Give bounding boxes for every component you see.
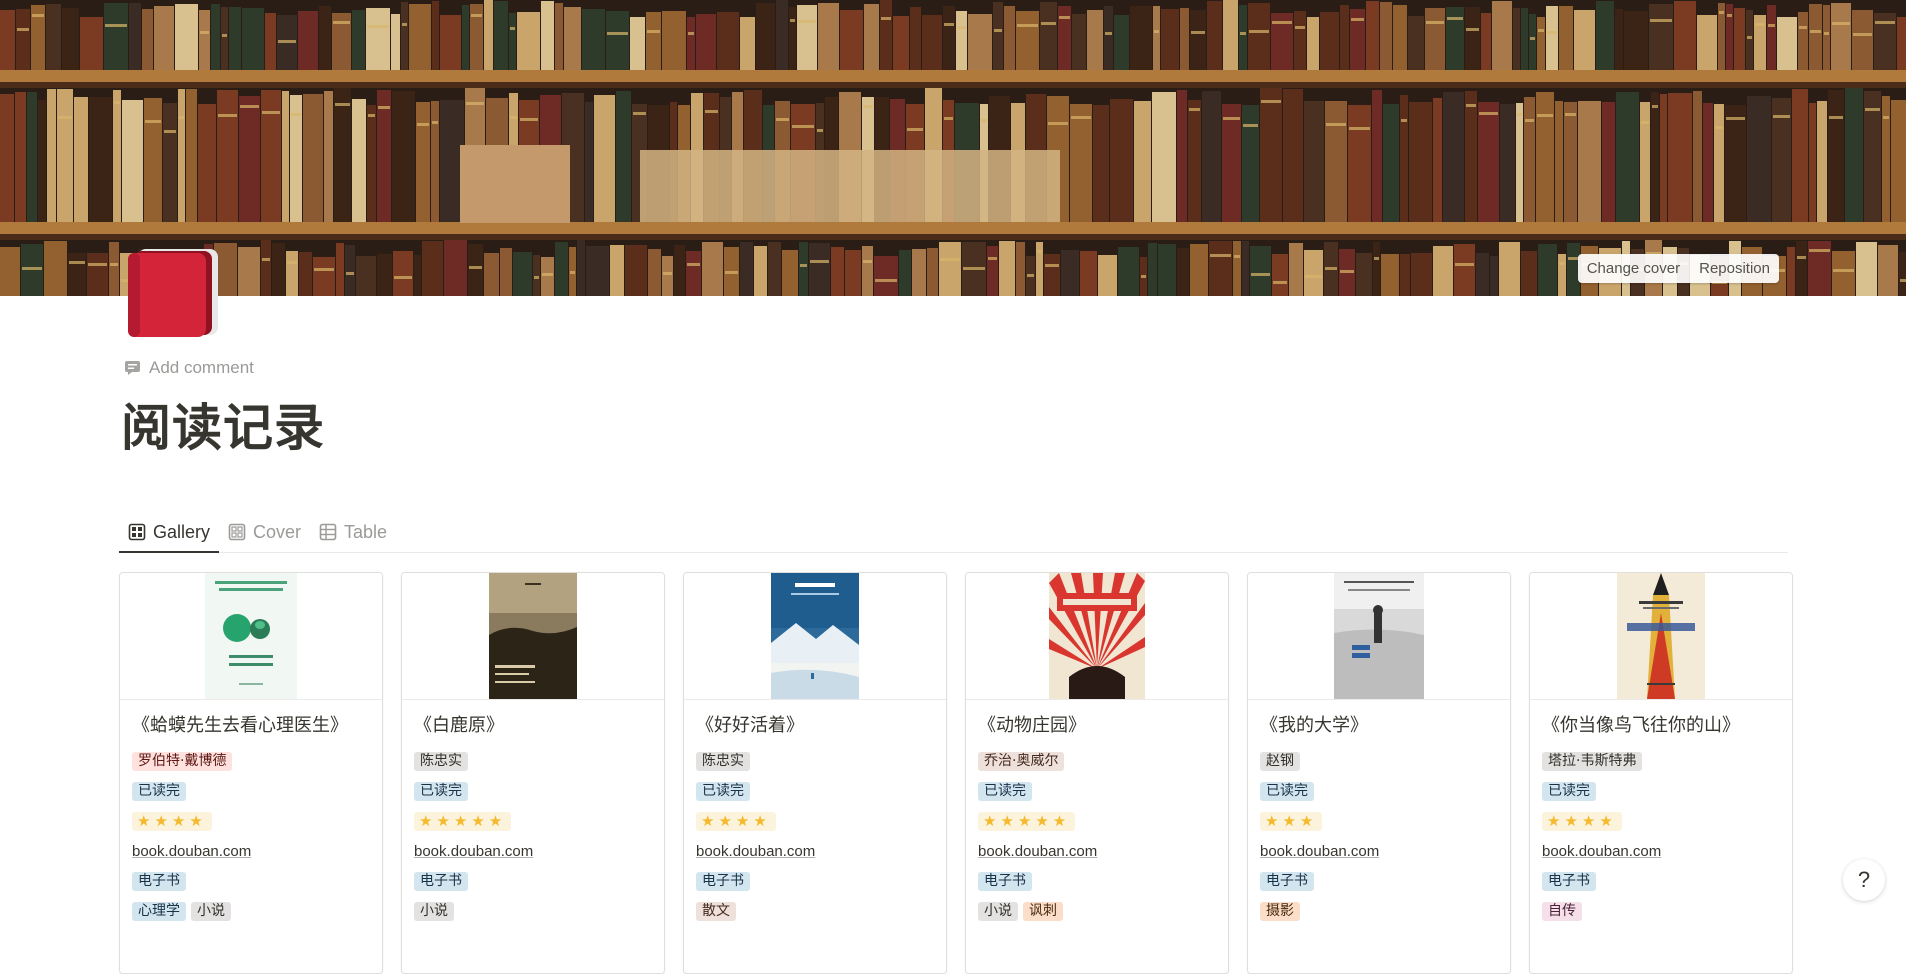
format-tag: 电子书	[978, 871, 1032, 891]
book-card[interactable]: 《你当像鸟飞往你的山》 塔拉·韦斯特弗 已读完 ★★★★ book.douban…	[1529, 572, 1793, 974]
book-cover-image	[120, 573, 382, 700]
douban-link[interactable]: book.douban.com	[696, 843, 815, 860]
book-title: 《好好活着》	[696, 715, 804, 736]
douban-link[interactable]: book.douban.com	[132, 843, 251, 860]
status-badge: 已读完	[696, 781, 750, 801]
status-badge: 已读完	[1542, 781, 1596, 801]
author-tag: 陈忠实	[414, 751, 468, 771]
view-tabs: Gallery Cover Table	[119, 512, 1788, 553]
cover-controls: Change cover Reposition	[1577, 254, 1779, 283]
genre-tag: 心理学	[132, 901, 186, 921]
rating-stars: ★★★★	[132, 811, 212, 831]
format-tag: 电子书	[414, 871, 468, 891]
author-tag: 塔拉·韦斯特弗	[1542, 751, 1643, 771]
genre-tag: 讽刺	[1023, 901, 1063, 921]
rating-stars: ★★★★★	[978, 811, 1076, 831]
format-tag: 电子书	[132, 871, 186, 891]
book-cover-image	[684, 573, 946, 700]
gallery-grid: 《蛤蟆先生去看心理医生》 罗伯特·戴博德 已读完 ★★★★ book.douba…	[119, 572, 1793, 974]
add-comment-button[interactable]: Add comment	[124, 358, 254, 378]
format-tag: 电子书	[1542, 871, 1596, 891]
book-cover-image	[1248, 573, 1510, 700]
table-icon	[319, 523, 337, 541]
author-tag: 乔治·奥威尔	[978, 751, 1065, 771]
book-title: 《白鹿原》	[414, 715, 504, 736]
tab-table[interactable]: Table	[310, 512, 396, 552]
book-title: 《蛤蟆先生去看心理医生》	[132, 715, 348, 736]
reposition-button[interactable]: Reposition	[1689, 254, 1779, 283]
book-title: 《你当像鸟飞往你的山》	[1542, 715, 1740, 736]
format-tag: 电子书	[1260, 871, 1314, 891]
book-cover-image	[402, 573, 664, 700]
book-card[interactable]: 《白鹿原》 陈忠实 已读完 ★★★★★ book.douban.com 电子书 …	[401, 572, 665, 974]
book-card[interactable]: 《好好活着》 陈忠实 已读完 ★★★★ book.douban.com 电子书 …	[683, 572, 947, 974]
author-tag: 罗伯特·戴博德	[132, 751, 233, 771]
book-title: 《我的大学》	[1260, 715, 1368, 736]
tab-label: Cover	[253, 521, 302, 542]
tab-gallery[interactable]: Gallery	[119, 512, 220, 553]
status-badge: 已读完	[978, 781, 1032, 801]
add-comment-label: Add comment	[149, 358, 254, 377]
change-cover-button[interactable]: Change cover	[1578, 254, 1689, 283]
douban-link[interactable]: book.douban.com	[1542, 843, 1661, 860]
status-badge: 已读完	[132, 781, 186, 801]
genre-tag: 小说	[191, 901, 231, 921]
genre-tag: 小说	[414, 901, 454, 921]
status-badge: 已读完	[1260, 781, 1314, 801]
book-card[interactable]: 《动物庄园》 乔治·奥威尔 已读完 ★★★★★ book.douban.com …	[965, 572, 1229, 974]
douban-link[interactable]: book.douban.com	[978, 843, 1097, 860]
douban-link[interactable]: book.douban.com	[1260, 843, 1379, 860]
book-title: 《动物庄园》	[978, 715, 1086, 736]
book-cover-image	[966, 573, 1228, 700]
author-tag: 陈忠实	[696, 751, 750, 771]
tab-cover[interactable]: Cover	[219, 512, 310, 552]
rating-stars: ★★★★	[1542, 811, 1622, 831]
closed-red-book-icon[interactable]	[124, 245, 220, 341]
gallery-icon	[128, 523, 146, 541]
comment-icon	[125, 361, 140, 375]
book-cover-image	[1530, 573, 1792, 700]
help-button[interactable]: ?	[1843, 859, 1885, 901]
tab-label: Table	[344, 521, 388, 542]
page-title[interactable]: 阅读记录	[121, 388, 325, 460]
book-card[interactable]: 《我的大学》 赵钢 已读完 ★★★ book.douban.com 电子书 摄影	[1247, 572, 1511, 974]
tab-label: Gallery	[153, 521, 211, 542]
rating-stars: ★★★	[1260, 811, 1323, 831]
bookshelf-cover-image	[0, 0, 1906, 296]
book-card[interactable]: 《蛤蟆先生去看心理医生》 罗伯特·戴博德 已读完 ★★★★ book.douba…	[119, 572, 383, 974]
genre-tag: 散文	[696, 901, 736, 921]
rating-stars: ★★★★	[696, 811, 776, 831]
page-cover: Change cover Reposition	[0, 0, 1906, 296]
author-tag: 赵钢	[1260, 751, 1300, 771]
format-tag: 电子书	[696, 871, 750, 891]
genre-tag: 摄影	[1260, 901, 1300, 921]
gallery-icon	[228, 523, 246, 541]
douban-link[interactable]: book.douban.com	[414, 843, 533, 860]
genre-tag: 小说	[978, 901, 1018, 921]
genre-tag: 自传	[1542, 901, 1582, 921]
rating-stars: ★★★★★	[414, 811, 512, 831]
status-badge: 已读完	[414, 781, 468, 801]
